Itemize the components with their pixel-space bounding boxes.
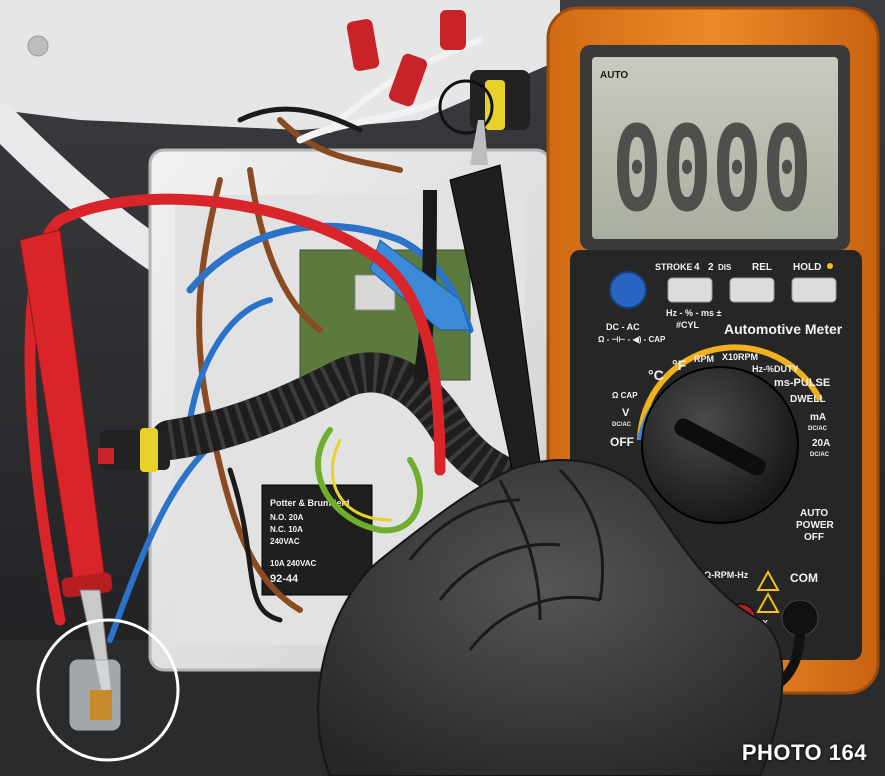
relay-model: 92-44	[270, 573, 299, 585]
lcd-reading: 0000	[612, 100, 812, 238]
photo-scene: Potter & Brumfield N.O. 20A N.C. 10A 240…	[0, 0, 885, 776]
stroke-4-label: 4	[694, 262, 700, 273]
dial-off: OFF	[610, 435, 634, 449]
rel-label: REL	[752, 262, 772, 273]
relay-line-2: N.C. 10A	[270, 525, 303, 534]
dial-ma-sub: DC/AC	[808, 426, 828, 432]
auto-power-off-2: POWER	[796, 520, 835, 531]
hold-button[interactable]	[791, 277, 837, 303]
relay-rating: 10A 240VAC	[270, 559, 316, 568]
lcd-mode: AUTO	[600, 70, 628, 81]
jack-label: Ω-RPM-Hz	[704, 570, 749, 580]
dial-dwell: DWELL	[790, 394, 826, 405]
auto-power-off-1: AUTO	[800, 508, 828, 519]
func-label: Hz - % - ms ±	[666, 308, 722, 318]
plug-connector	[98, 428, 170, 472]
dial-volt-sub: DC/AC	[612, 422, 632, 428]
dial-ma: mA	[810, 412, 826, 423]
rel-button[interactable]	[729, 277, 775, 303]
dial-rpm: RPM	[694, 354, 714, 364]
meter-title: Automotive Meter	[724, 321, 843, 337]
com-label: COM	[790, 571, 818, 585]
dc-ac-label: DC - AC	[606, 322, 640, 332]
hold-label: HOLD	[793, 262, 821, 273]
stroke-2-label: 2	[708, 262, 714, 273]
relay-line-1: N.O. 20A	[270, 513, 304, 522]
dial-celsius: °C	[648, 367, 664, 383]
dial-fahrenheit: °F	[672, 357, 687, 373]
relay-line-3: 240VAC	[270, 537, 300, 546]
hold-light-icon	[827, 263, 833, 269]
dial-volt: V	[622, 407, 630, 419]
stroke-label: STROKE	[655, 262, 693, 272]
dial-ohm-cap: Ω CAP	[612, 391, 638, 400]
auto-power-off-3: OFF	[804, 532, 824, 543]
housing-screw	[27, 35, 49, 57]
dial-20a-sub: DC/AC	[810, 452, 830, 458]
clear-connector	[69, 659, 121, 731]
dial-ms-pulse: ms-PULSE	[774, 377, 830, 389]
dis-label: DIS	[718, 263, 732, 272]
dial-hz-duty: Hz-%DUTY	[752, 364, 799, 374]
photo-label: PHOTO 164	[741, 740, 867, 765]
cyl-label: #CYL	[676, 320, 700, 330]
cap-label: Ω - ⊣⊢ - ◀) - CAP	[598, 334, 666, 344]
stroke-button[interactable]	[667, 277, 713, 303]
select-button[interactable]	[609, 271, 647, 309]
dial-x10rpm: X10RPM	[722, 352, 758, 362]
dial-20a: 20A	[812, 438, 830, 449]
relay: Potter & Brumfield N.O. 20A N.C. 10A 240…	[261, 484, 373, 596]
